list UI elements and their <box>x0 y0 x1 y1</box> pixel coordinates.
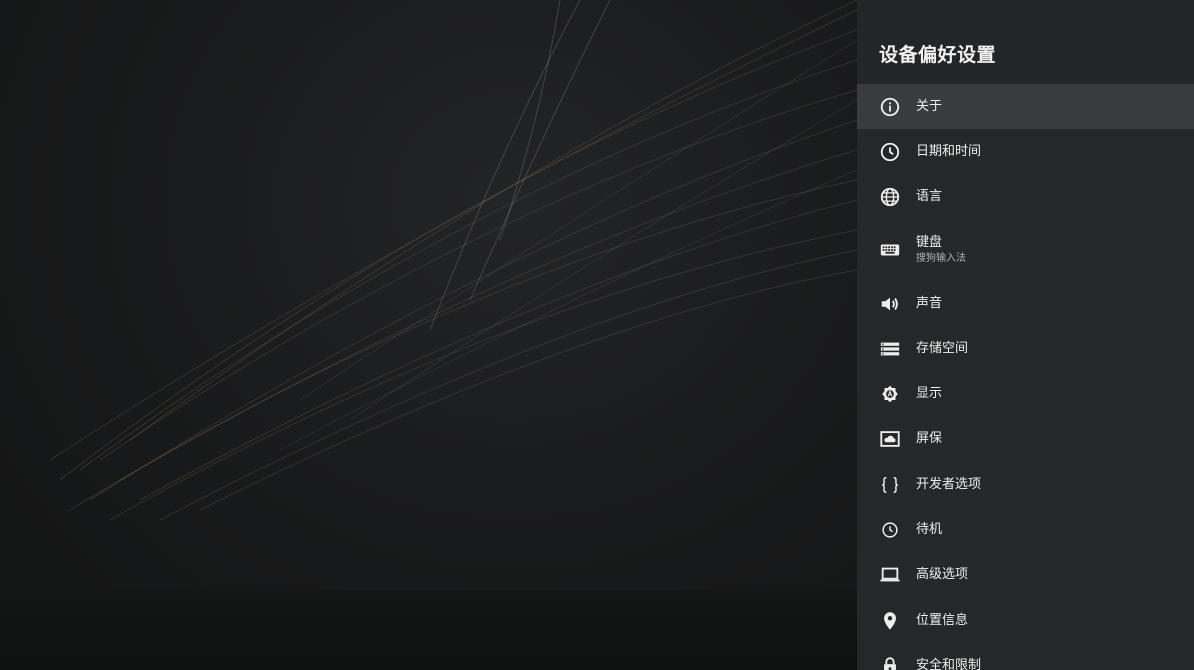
tv-screen: 设备偏好设置 关于 日期和时间 语言 键盘 搜狗输入法 声音 存储空间 显示 屏… <box>0 0 1194 670</box>
menu-item-label: 键盘 <box>916 235 943 251</box>
volume-icon <box>879 293 901 315</box>
menu-item-label: 屏保 <box>916 431 943 447</box>
menu-item-storage[interactable]: 存储空间 <box>857 326 1194 371</box>
menu-item-label: 高级选项 <box>916 567 969 583</box>
settings-menu: 关于 日期和时间 语言 键盘 搜狗输入法 声音 存储空间 显示 屏保 开发者选项… <box>857 84 1194 670</box>
menu-item-display[interactable]: 显示 <box>857 371 1194 416</box>
menu-item-keyboard[interactable]: 键盘 搜狗输入法 <box>857 220 1194 281</box>
storage-icon <box>879 338 901 360</box>
wallpaper-background <box>0 0 857 670</box>
menu-item-about[interactable]: 关于 <box>857 84 1194 130</box>
laptop-icon <box>879 564 901 586</box>
keyboard-icon <box>879 239 901 261</box>
menu-item-date-time[interactable]: 日期和时间 <box>857 129 1194 174</box>
info-icon <box>879 96 901 118</box>
menu-item-label: 语言 <box>916 189 943 205</box>
menu-item-label: 待机 <box>916 522 943 538</box>
menu-item-label: 显示 <box>916 386 943 402</box>
clock-icon <box>879 141 901 163</box>
menu-item-label: 日期和时间 <box>916 143 982 159</box>
menu-item-label: 位置信息 <box>916 612 969 628</box>
standby-clock-icon <box>879 519 901 541</box>
menu-item-label: 存储空间 <box>916 340 969 356</box>
menu-item-standby[interactable]: 待机 <box>857 507 1194 552</box>
menu-item-label: 安全和限制 <box>916 657 982 670</box>
panel-title: 设备偏好设置 <box>879 44 997 66</box>
lock-icon <box>879 655 901 670</box>
menu-item-sound[interactable]: 声音 <box>857 281 1194 326</box>
menu-item-security-restrictions[interactable]: 安全和限制 <box>857 643 1194 670</box>
horizon <box>0 590 857 670</box>
menu-item-screensaver[interactable]: 屏保 <box>857 417 1194 462</box>
menu-item-language[interactable]: 语言 <box>857 175 1194 220</box>
globe-icon <box>879 186 901 208</box>
menu-item-label: 关于 <box>916 98 943 114</box>
display-icon <box>879 383 901 405</box>
star-trails-image <box>49 0 857 521</box>
menu-item-sublabel: 搜狗输入法 <box>916 253 966 265</box>
menu-item-advanced-options[interactable]: 高级选项 <box>857 553 1194 598</box>
menu-item-developer-options[interactable]: 开发者选项 <box>857 462 1194 507</box>
screensaver-icon <box>879 428 901 450</box>
menu-item-location[interactable]: 位置信息 <box>857 598 1194 643</box>
menu-item-label: 开发者选项 <box>916 476 982 492</box>
menu-item-label: 声音 <box>916 295 943 311</box>
location-pin-icon <box>879 610 901 632</box>
developer-braces-icon <box>879 474 901 496</box>
device-preferences-panel: 设备偏好设置 关于 日期和时间 语言 键盘 搜狗输入法 声音 存储空间 显示 屏… <box>857 0 1194 670</box>
